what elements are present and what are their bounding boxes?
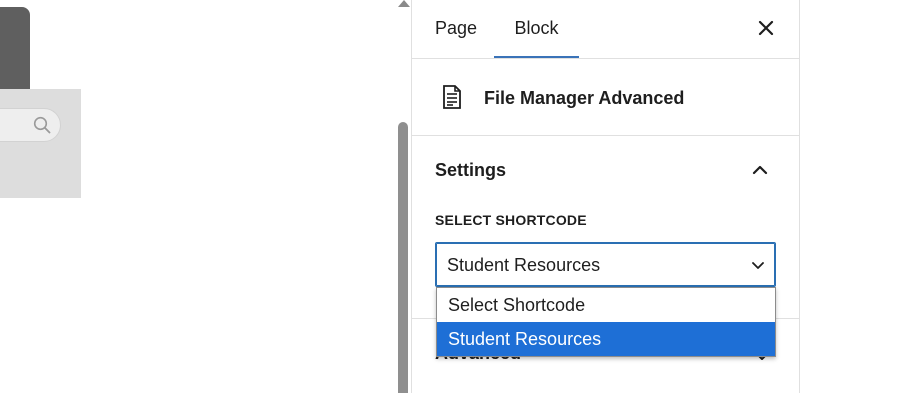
option-student-resources[interactable]: Student Resources (437, 322, 775, 356)
shortcode-select-value: Student Resources (447, 255, 601, 275)
canvas-scrollbar[interactable] (396, 0, 411, 393)
canvas-gray-panel (0, 89, 81, 198)
shortcode-select[interactable]: Student Resources (435, 242, 776, 287)
scroll-up-arrow-icon[interactable] (398, 0, 410, 7)
chevron-down-icon (752, 262, 764, 269)
document-icon (443, 85, 461, 109)
close-icon (758, 20, 774, 36)
select-shortcode-label: SELECT SHORTCODE (435, 212, 587, 228)
tab-page[interactable]: Page (435, 0, 477, 57)
scrollbar-thumb[interactable] (398, 122, 408, 393)
option-select-shortcode[interactable]: Select Shortcode (437, 288, 775, 322)
settings-panel-header[interactable]: Settings (412, 136, 799, 206)
sidebar-tabs: Page Block (412, 0, 799, 59)
block-title: File Manager Advanced (484, 88, 685, 108)
close-sidebar-button[interactable] (752, 14, 780, 42)
tab-block[interactable]: Block (494, 0, 579, 58)
settings-title: Settings (435, 160, 507, 180)
search-icon (33, 116, 51, 134)
chevron-up-icon[interactable] (749, 159, 771, 181)
block-card: File Manager Advanced (412, 59, 799, 136)
shortcode-dropdown-list: Select Shortcode Student Resources (436, 287, 776, 357)
editor-canvas (0, 0, 396, 393)
search-input[interactable] (0, 108, 61, 142)
